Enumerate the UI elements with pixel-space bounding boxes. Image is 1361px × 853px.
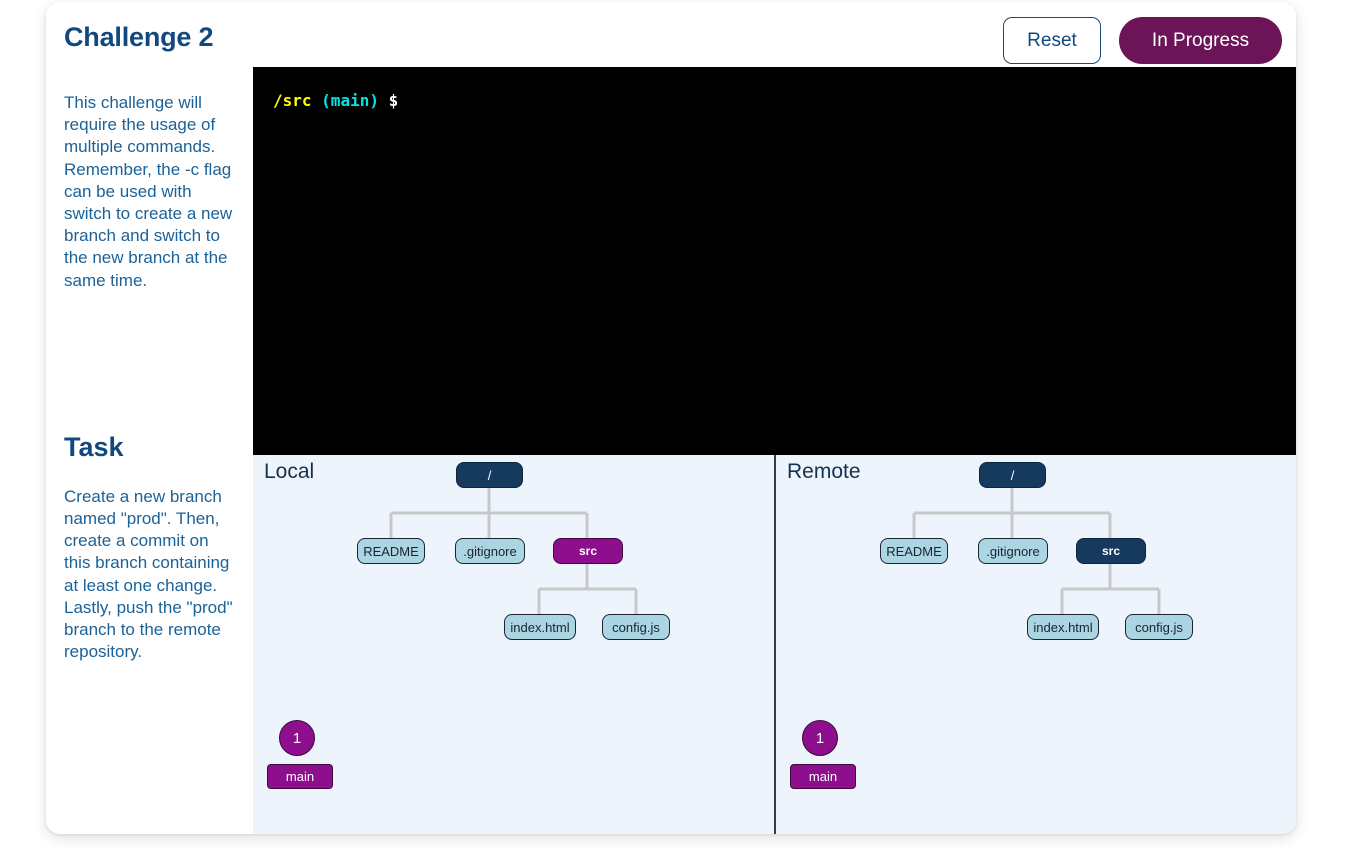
local-tree-connectors [253, 455, 774, 705]
status-badge-button[interactable]: In Progress [1119, 17, 1282, 64]
local-commit-node[interactable]: 1 [279, 720, 315, 756]
terminal-prompt-path: /src [273, 91, 312, 110]
sidebar: This challenge will require the usage of… [46, 67, 253, 834]
task-heading: Task [64, 432, 235, 463]
local-node-readme[interactable]: README [357, 538, 425, 564]
remote-branch-tag-main[interactable]: main [790, 764, 856, 789]
remote-node-gitignore[interactable]: .gitignore [978, 538, 1048, 564]
remote-file-tree: / README .gitignore src index.html confi… [776, 455, 1296, 705]
page-title: Challenge 2 [64, 22, 213, 53]
terminal-prompt-line: /src (main) $ [273, 91, 1276, 111]
local-node-config-js[interactable]: config.js [602, 614, 670, 640]
terminal-prompt-symbol: $ [389, 91, 399, 110]
remote-node-src[interactable]: src [1076, 538, 1146, 564]
remote-tree-connectors [776, 455, 1296, 705]
local-node-gitignore[interactable]: .gitignore [455, 538, 525, 564]
local-node-index-html[interactable]: index.html [504, 614, 576, 640]
app-root: Challenge 2 Reset In Progress This chall… [0, 0, 1361, 853]
remote-node-config-js[interactable]: config.js [1125, 614, 1193, 640]
remote-node-root[interactable]: / [979, 462, 1046, 488]
remote-commit-node[interactable]: 1 [802, 720, 838, 756]
local-file-tree: / README .gitignore src index.html confi… [253, 455, 774, 705]
local-node-src[interactable]: src [553, 538, 623, 564]
card-header: Challenge 2 Reset In Progress [46, 2, 1296, 67]
remote-node-index-html[interactable]: index.html [1027, 614, 1099, 640]
remote-commit-graph: 1 main [790, 720, 990, 789]
challenge-description: This challenge will require the usage of… [64, 92, 236, 292]
local-branch-tag-main[interactable]: main [267, 764, 333, 789]
remote-repository-panel: Remote [774, 455, 1296, 834]
reset-button[interactable]: Reset [1003, 17, 1101, 64]
terminal[interactable]: /src (main) $ [253, 67, 1296, 455]
local-repository-panel: Local [253, 455, 774, 834]
challenge-card: Challenge 2 Reset In Progress This chall… [46, 2, 1296, 834]
local-commit-graph: 1 main [267, 720, 467, 789]
task-description: Create a new branch named "prod". Then, … [64, 486, 236, 664]
remote-node-readme[interactable]: README [880, 538, 948, 564]
local-node-root[interactable]: / [456, 462, 523, 488]
header-actions: Reset In Progress [1003, 17, 1282, 64]
repository-panels: Local [253, 455, 1296, 834]
terminal-prompt-branch: (main) [321, 91, 379, 110]
